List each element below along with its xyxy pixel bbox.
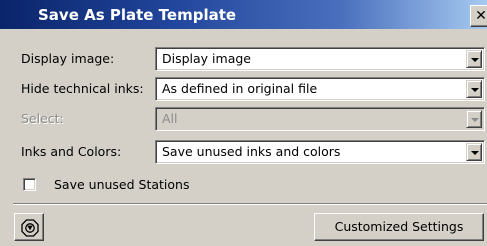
hide-technical-inks-label: Hide technical inks: [21, 81, 144, 96]
dialog-title: Save As Plate Template [38, 6, 237, 24]
save-as-plate-template-dialog: Save As Plate Template ✕ Display image: … [0, 0, 487, 246]
stop-sign-icon [21, 219, 39, 237]
select-value: All [162, 111, 178, 126]
customized-settings-button[interactable]: Customized Settings [314, 213, 484, 241]
close-button[interactable]: ✕ [470, 5, 487, 27]
hide-technical-inks-combo[interactable]: As defined in original file [155, 77, 485, 101]
display-image-label: Display image: [21, 51, 115, 66]
chevron-down-icon[interactable] [466, 50, 482, 68]
chevron-down-icon [466, 110, 482, 128]
select-combo: All [155, 107, 485, 131]
inks-and-colors-value: Save unused inks and colors [162, 144, 341, 159]
inks-and-colors-label: Inks and Colors: [21, 144, 122, 159]
stop-button[interactable] [14, 213, 44, 241]
display-image-value: Display image [162, 51, 251, 66]
display-image-combo[interactable]: Display image [155, 47, 485, 71]
inks-and-colors-combo[interactable]: Save unused inks and colors [155, 140, 485, 164]
hide-technical-inks-value: As defined in original file [162, 81, 318, 96]
separator [13, 203, 487, 205]
title-bar[interactable]: Save As Plate Template ✕ [0, 0, 487, 32]
chevron-down-icon[interactable] [466, 143, 482, 161]
chevron-down-icon[interactable] [466, 80, 482, 98]
close-icon: ✕ [475, 8, 487, 24]
save-unused-stations-label[interactable]: Save unused Stations [54, 175, 190, 195]
save-unused-stations-checkbox[interactable] [23, 178, 36, 191]
select-label: Select: [21, 111, 64, 126]
